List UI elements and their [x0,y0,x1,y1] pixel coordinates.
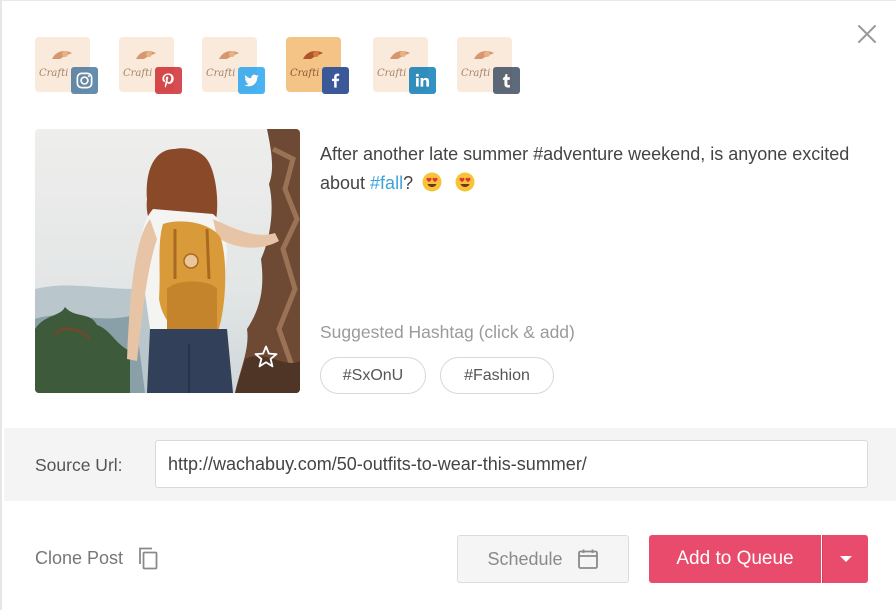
clone-post-button[interactable]: Clone Post [35,546,159,570]
post-caption[interactable]: After another late summer #adventure wee… [320,140,880,198]
hashtag-chip[interactable]: #Fashion [440,357,554,394]
source-url-label: Source Url: [35,455,123,475]
account-pinterest[interactable]: Crafti [119,37,183,97]
instagram-icon [71,67,98,94]
clone-post-label: Clone Post [35,547,124,568]
source-url-input[interactable] [155,440,868,488]
add-to-queue-button[interactable]: Add to Queue [649,535,821,583]
heart-eyes-emoji [422,172,442,192]
schedule-button[interactable]: Schedule [457,535,629,583]
hashtag-chip[interactable]: #SxOnU [320,357,426,394]
star-icon[interactable] [253,344,279,370]
caption-hashtag[interactable]: #fall [370,173,403,193]
account-twitter[interactable]: Crafti [202,37,266,97]
account-instagram[interactable]: Crafti [35,37,99,97]
suggested-hashtag-label: Suggested Hashtag (click & add) [320,322,575,342]
caret-down-icon [839,556,852,562]
account-facebook[interactable]: Crafti [286,37,350,97]
queue-options-dropdown[interactable] [822,535,868,583]
copy-icon [139,547,158,570]
compose-post-modal: Crafti Crafti Crafti Crafti Crafti Craft… [0,0,896,610]
close-icon[interactable] [854,21,880,47]
facebook-icon [322,67,349,94]
caption-text-end: ? [403,173,414,193]
calendar-icon [577,549,598,569]
add-to-queue-label: Add to Queue [676,548,794,569]
tumblr-icon [493,67,520,94]
heart-eyes-emoji [455,172,475,192]
linkedin-icon [409,67,436,94]
pinterest-icon [155,67,182,94]
twitter-icon [238,67,265,94]
account-tumblr[interactable]: Crafti [457,37,521,97]
source-url-bar: Source Url: [4,428,896,501]
schedule-label: Schedule [487,548,563,569]
account-linkedin[interactable]: Crafti [373,37,437,97]
